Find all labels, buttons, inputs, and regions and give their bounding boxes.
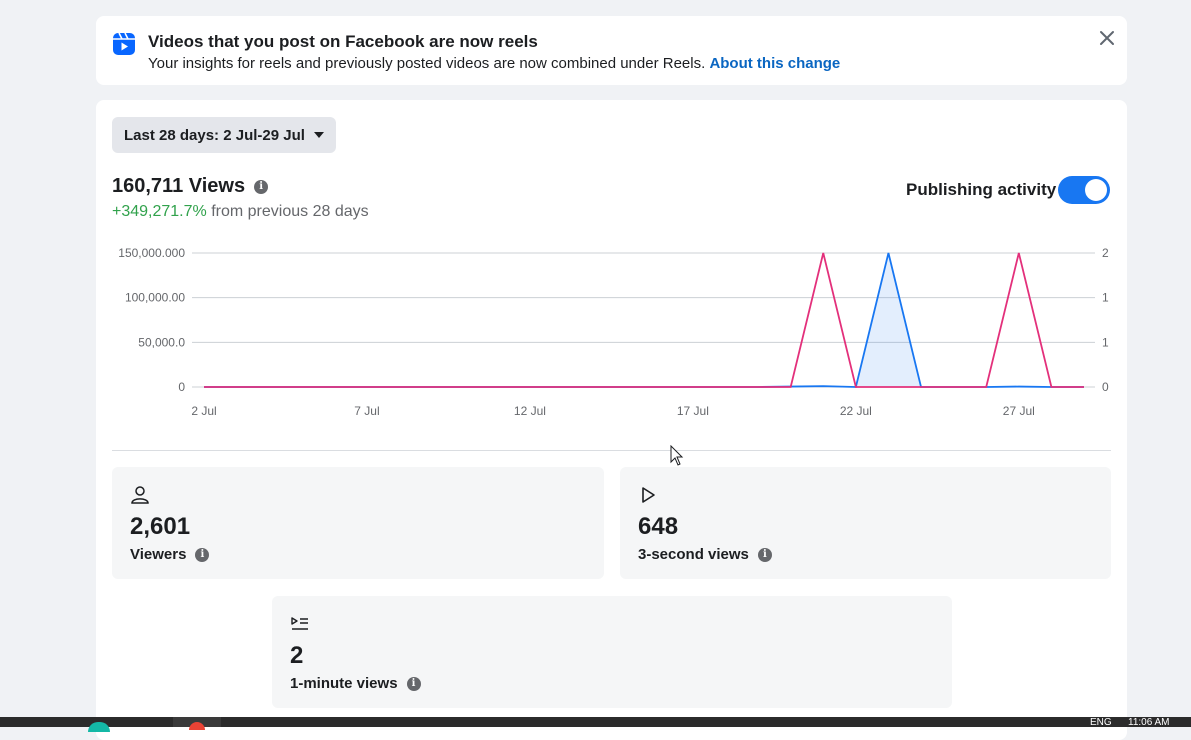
one-minute-views-label: 1-minute views (290, 675, 398, 692)
viewers-value: 2,601 (130, 513, 191, 540)
views-change: +349,271.7% from previous 28 days (112, 203, 369, 221)
x-tick-label: 17 Jul (677, 404, 709, 418)
one-minute-views-value: 2 (290, 642, 304, 669)
x-tick-label: 22 Jul (840, 404, 872, 418)
three-second-views-label-row: 3-second views i (638, 546, 772, 563)
y-left-tick-label: 150,000.000 (118, 246, 185, 260)
viewers-label: Viewers (130, 546, 187, 563)
three-second-views-value: 648 (638, 513, 679, 540)
reels-change-banner: Videos that you post on Facebook are now… (96, 16, 1127, 85)
app-icon[interactable] (88, 722, 110, 732)
views-total: 160,711 Views i (112, 175, 269, 198)
x-tick-label: 12 Jul (514, 404, 546, 418)
date-range-dropdown[interactable]: Last 28 days: 2 Jul-29 Jul (112, 117, 336, 153)
banner-text: Your insights for reels and previously p… (148, 55, 840, 72)
chrome-taskbar-item[interactable] (173, 717, 221, 730)
x-tick-label: 7 Jul (354, 404, 379, 418)
info-icon[interactable]: i (254, 179, 269, 194)
views-card: Last 28 days: 2 Jul-29 Jul 160,711 Views… (96, 100, 1127, 740)
y-right-tick-label: 1 (1102, 291, 1109, 305)
views-chart: 0 050,000.0 1100,000.00 1150,000.000 22 Jul 7… (118, 246, 1109, 418)
info-icon[interactable]: i (406, 676, 421, 691)
play-icon (642, 487, 655, 503)
one-minute-views-stat-card: 2 1-minute views i (272, 596, 952, 708)
y-left-tick-label: 100,000.00 (125, 291, 185, 305)
close-icon[interactable] (1096, 27, 1118, 49)
banner-title: Videos that you post on Facebook are now… (148, 32, 538, 51)
x-tick-label: 2 Jul (191, 404, 216, 418)
caret-down-icon (313, 132, 324, 138)
y-right-tick-label: 2 (1102, 246, 1109, 260)
reels-icon (113, 32, 135, 55)
publishing-activity-toggle[interactable] (1058, 176, 1110, 204)
change-suffix: from previous 28 days (211, 203, 369, 220)
y-right-tick-label: 1 (1102, 335, 1109, 349)
y-left-tick-label: 50,000.0 (138, 335, 185, 349)
three-second-views-stat-card: 648 3-second views i (620, 467, 1111, 579)
y-right-tick-label: 0 (1102, 380, 1109, 394)
series-line-1 (204, 252, 1084, 388)
info-icon[interactable]: i (195, 547, 210, 562)
mouse-cursor-icon (670, 445, 684, 466)
series-line-2 (204, 252, 1084, 388)
series-area (204, 253, 1084, 387)
views-count: 160,711 Views (112, 175, 246, 197)
toggle-knob (1085, 179, 1107, 201)
chrome-icon (189, 722, 205, 730)
x-tick-label: 27 Jul (1003, 404, 1035, 418)
taskbar: ENG 11:06 AM (0, 717, 1191, 732)
info-icon[interactable]: i (757, 547, 772, 562)
three-second-views-label: 3-second views (638, 546, 749, 563)
publishing-activity-label: Publishing activity (906, 180, 1057, 199)
y-left-tick-label: 0 (178, 380, 185, 394)
about-this-change-link[interactable]: About this change (709, 55, 840, 72)
change-percent: +349,271.7% (112, 203, 207, 220)
date-range-label: Last 28 days: 2 Jul-29 Jul (124, 126, 305, 144)
divider (112, 450, 1111, 451)
viewers-label-row: Viewers i (130, 546, 210, 563)
banner-description: Your insights for reels and previously p… (148, 55, 706, 72)
play-list-icon (291, 617, 308, 630)
person-icon (131, 486, 149, 504)
viewers-stat-card: 2,601 Viewers i (112, 467, 604, 579)
one-minute-views-label-row: 1-minute views i (290, 675, 421, 692)
